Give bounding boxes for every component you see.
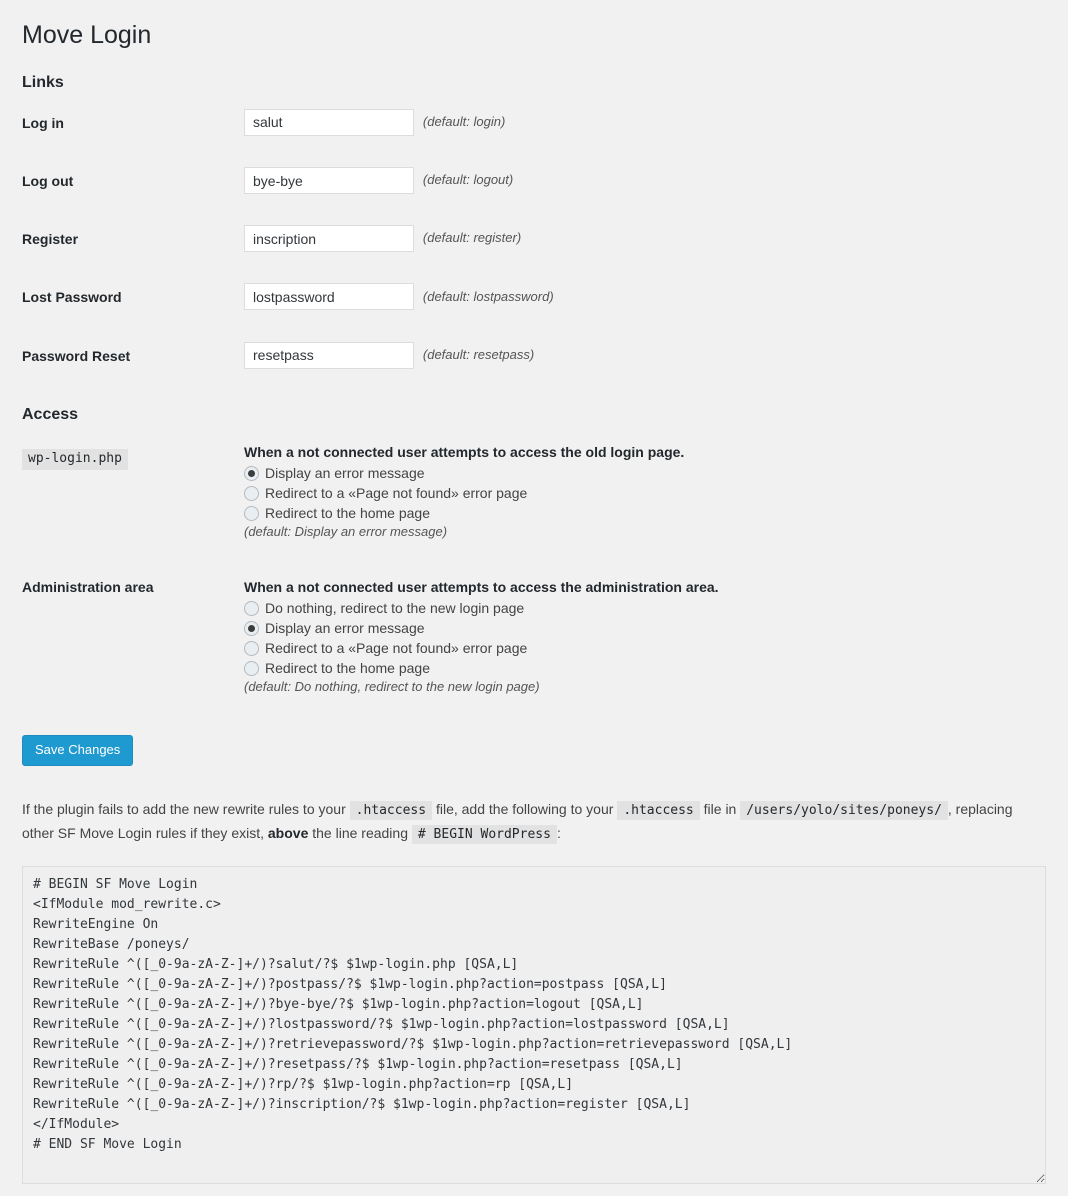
begin-wordpress-code: # BEGIN WordPress [411,824,557,844]
field-cell-log-out: (default: logout) [244,152,1046,210]
page-title: Move Login [22,21,152,49]
default-hint-register: (default: register) [422,230,522,246]
table-row: Administration area When a not connected… [22,556,1046,711]
radio-option-label: Redirect to the home page [265,505,430,522]
radio-option-wp-login-home[interactable]: Redirect to the home page [244,503,1036,523]
field-cell-lost-password: (default: lostpassword) [244,268,1046,326]
default-hint-lost-password: (default: lostpassword) [422,288,554,304]
radio-icon[interactable] [244,465,259,481]
register-slug-input[interactable] [244,225,414,253]
field-cell-wp-login-php: When a not connected user attempts to ac… [244,428,1046,556]
table-row: Log out (default: logout) [22,152,1046,210]
field-label-password-reset: Password Reset [22,347,131,364]
radio-group-intro-wp-login: When a not connected user attempts to ac… [244,444,685,461]
radio-option-admin-error[interactable]: Display an error message [244,618,1036,638]
field-cell-log-in: (default: login) [244,94,1046,152]
helper-text-bold-above: above [267,824,309,841]
radio-option-label: Redirect to the home page [265,660,430,677]
default-hint-log-out: (default: logout) [422,172,514,188]
radio-group-intro-admin: When a not connected user attempts to ac… [244,579,719,596]
radio-icon[interactable] [244,485,259,501]
htaccess-path-code: /users/yolo/sites/poneys/ [740,800,948,820]
login-slug-input[interactable] [244,108,414,136]
radio-option-label: Display an error message [265,620,425,637]
radio-option-label: Redirect to a «Page not found» error pag… [265,485,528,502]
logout-slug-input[interactable] [244,167,414,195]
radio-option-wp-login-404[interactable]: Redirect to a «Page not found» error pag… [244,483,1036,503]
helper-text-part-3: file in [703,800,737,817]
radio-option-admin-do-nothing[interactable]: Do nothing, redirect to the new login pa… [244,598,1036,618]
settings-page: Move Login Links Log in (default: login)… [0,0,1068,1196]
helper-text-part-2: file, add the following to your [435,800,614,817]
table-row: Lost Password (default: lostpassword) [22,268,1046,326]
save-changes-button[interactable]: Save Changes [22,735,134,766]
field-label-wp-login-php: wp-login.php [22,428,244,556]
lostpassword-slug-input[interactable] [244,283,414,311]
default-hint-log-in: (default: login) [422,113,506,129]
resetpass-slug-input[interactable] [244,341,414,369]
field-label-administration-area: Administration area [22,579,154,596]
helper-text-part-6: : [556,824,561,841]
wp-login-php-code-label: wp-login.php [22,449,128,471]
radio-icon[interactable] [244,660,259,676]
radio-icon[interactable] [244,600,259,616]
field-cell-password-reset: (default: resetpass) [244,327,1046,385]
default-hint-password-reset: (default: resetpass) [422,346,535,362]
table-row: Register (default: register) [22,210,1046,268]
table-row: Log in (default: login) [22,94,1046,152]
links-form-table: Log in (default: login) Log out (default… [22,94,1046,385]
field-label-register: Register [22,231,79,248]
field-label-log-in: Log in [22,114,64,131]
default-hint-wp-login: (default: Display an error message) [244,524,448,540]
field-label-log-out: Log out [22,173,74,190]
radio-icon[interactable] [244,505,259,521]
rewrite-rules-textarea[interactable]: # BEGIN SF Move Login <IfModule mod_rewr… [22,865,1046,1184]
section-heading-links: Links [22,73,64,91]
radio-icon[interactable] [244,620,259,636]
table-row: wp-login.php When a not connected user a… [22,428,1046,556]
radio-option-label: Redirect to a «Page not found» error pag… [265,640,528,657]
radio-option-wp-login-error[interactable]: Display an error message [244,463,1036,483]
helper-text-part-1: If the plugin fails to add the new rewri… [22,800,346,817]
htaccess-code-2: .htaccess [617,800,700,820]
radio-icon[interactable] [244,640,259,656]
radio-option-label: Display an error message [265,465,425,482]
field-cell-administration-area: When a not connected user attempts to ac… [244,556,1046,711]
helper-text-part-5: the line reading [312,824,408,841]
submit-area: Save Changes [22,711,1046,766]
radio-option-admin-404[interactable]: Redirect to a «Page not found» error pag… [244,638,1036,658]
table-row: Password Reset (default: resetpass) [22,327,1046,385]
default-hint-admin: (default: Do nothing, redirect to the ne… [244,679,540,695]
section-heading-access: Access [22,405,79,423]
htaccess-instructions: If the plugin fails to add the new rewri… [22,798,1046,846]
htaccess-code-1: .htaccess [349,800,433,820]
radio-option-admin-home[interactable]: Redirect to the home page [244,658,1036,678]
radio-option-label: Do nothing, redirect to the new login pa… [265,600,525,617]
access-form-table: wp-login.php When a not connected user a… [22,428,1046,711]
field-label-lost-password: Lost Password [22,289,122,306]
field-cell-register: (default: register) [244,210,1046,268]
